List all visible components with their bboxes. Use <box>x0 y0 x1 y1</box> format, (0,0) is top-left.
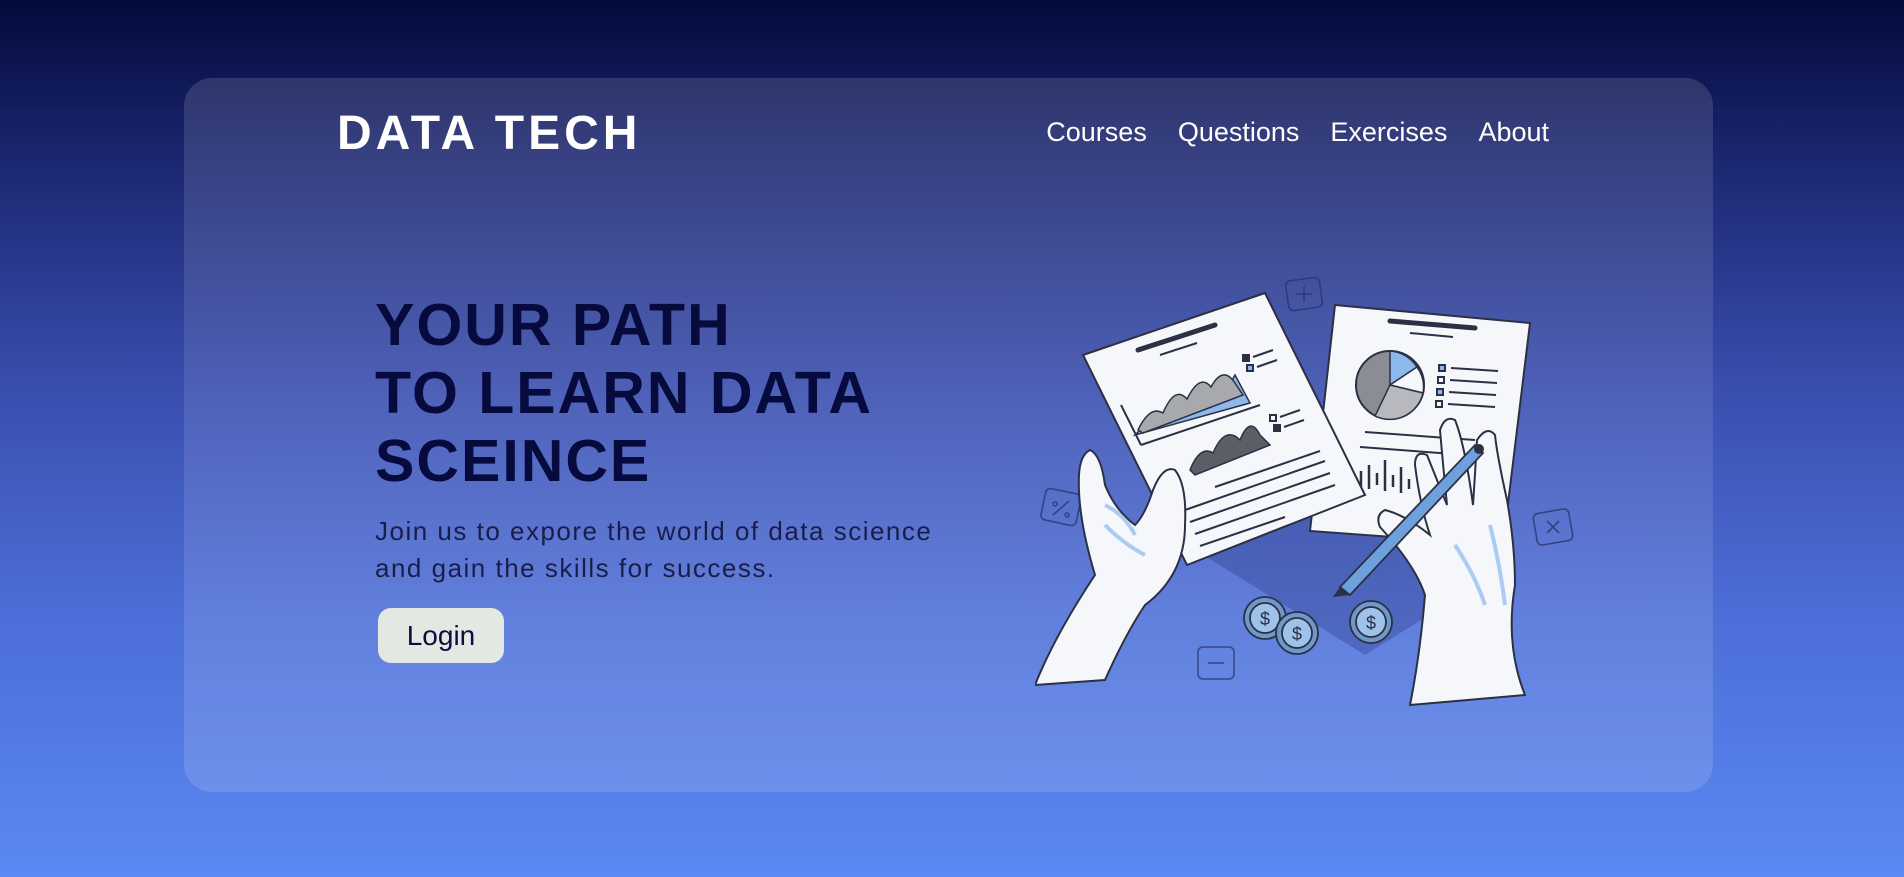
hero-title-line: YOUR PATH <box>375 292 732 358</box>
hero-title-line: TO LEARN DATA <box>375 360 873 426</box>
hands-holding-data-reports-icon: $ $ $ <box>1035 276 1574 707</box>
nav-item-about[interactable]: About <box>1478 117 1549 148</box>
brand-logo[interactable]: DATA TECH <box>337 110 641 158</box>
hero-subtitle-line: and gain the skills for success. <box>375 553 776 583</box>
svg-text:$: $ <box>1292 624 1302 644</box>
hero-title: YOUR PATH TO LEARN DATA SCEINCE <box>375 291 873 495</box>
nav-item-courses[interactable]: Courses <box>1046 117 1147 148</box>
svg-text:$: $ <box>1260 609 1270 629</box>
hero-title-line: SCEINCE <box>375 428 652 494</box>
svg-text:$: $ <box>1366 613 1376 633</box>
main-nav: Courses Questions Exercises About <box>1046 117 1549 148</box>
nav-item-exercises[interactable]: Exercises <box>1330 117 1447 148</box>
hero-subtitle: Join us to expore the world of data scie… <box>375 513 932 587</box>
nav-item-questions[interactable]: Questions <box>1178 117 1300 148</box>
hero-subtitle-line: Join us to expore the world of data scie… <box>375 516 933 546</box>
login-button[interactable]: Login <box>378 608 504 663</box>
